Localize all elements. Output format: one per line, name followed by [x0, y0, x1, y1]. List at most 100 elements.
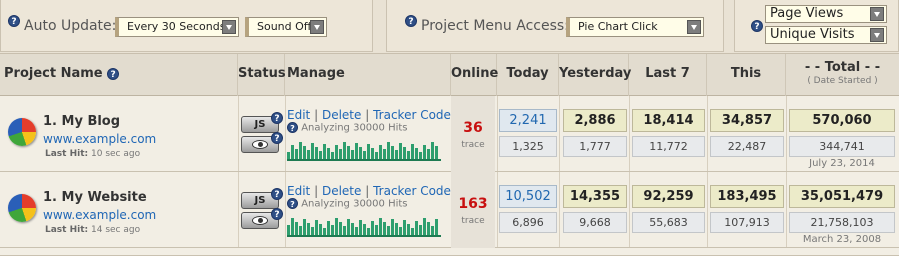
analyzing-text: Analyzing 30000 Hits [301, 122, 408, 134]
eye-icon [252, 140, 268, 149]
col-total-label: - - Total - - [804, 60, 881, 75]
divider [238, 172, 239, 247]
sparkline-bar [387, 142, 390, 161]
delete-link[interactable]: Delete [322, 184, 361, 198]
pie-chart-icon[interactable] [8, 194, 36, 222]
online-count[interactable]: 163 [451, 196, 495, 212]
col-total-sub: ( Date Started ) [807, 76, 878, 86]
divider [497, 96, 498, 171]
edit-link[interactable]: Edit [287, 108, 310, 122]
analyzing-help-icon[interactable]: ? [287, 122, 298, 133]
sparkline-bar [423, 218, 426, 237]
online-cell: 163 trace [451, 172, 495, 248]
col-month[interactable]: This Month [707, 54, 786, 121]
today-secondary: 1,325 [499, 136, 557, 157]
sparkline-baseline [287, 235, 441, 237]
last-hit-label: Last Hit: [45, 149, 89, 159]
pie-chart-icon[interactable] [8, 118, 36, 146]
sparkline-bar [367, 144, 370, 161]
month-primary: 34,857 [710, 109, 784, 132]
last7-primary: 92,259 [632, 185, 705, 208]
date-started: March 23, 2008 [802, 234, 882, 245]
col-project-name[interactable]: Project Name ? [0, 54, 238, 96]
link-separator: | [365, 108, 370, 122]
col-today[interactable]: Today [497, 54, 559, 96]
sparkline-bar [315, 147, 318, 161]
sparkline-bar [423, 145, 426, 161]
eye-help-icon[interactable]: ? [271, 132, 283, 144]
delete-link[interactable]: Delete [322, 108, 361, 122]
sparkline-bar [379, 218, 382, 237]
online-trace-label[interactable]: trace [451, 216, 495, 226]
chevron-down-icon [222, 20, 236, 34]
divider [707, 172, 708, 247]
sparkline-bar [311, 143, 314, 161]
menu-access-label: Project Menu Access: [421, 18, 569, 34]
tracker-code-link[interactable]: Tracker Code [373, 108, 451, 122]
project-name[interactable]: 1. My Blog [43, 114, 120, 129]
analyzing-text: Analyzing 30000 Hits [301, 198, 408, 210]
menu-access-select[interactable]: Pie Chart Click [566, 17, 704, 37]
today-primary[interactable]: 10,502 [499, 185, 557, 208]
tracker-code-link[interactable]: Tracker Code [373, 184, 451, 198]
col-last7[interactable]: Last 7 Days [629, 54, 707, 121]
col-yesterday[interactable]: Yesterday [559, 54, 631, 96]
metric-help-icon[interactable]: ? [751, 20, 763, 32]
sparkline-bar [351, 223, 354, 237]
last-hit: Last Hit: 14 sec ago [45, 225, 140, 235]
month-primary: 183,495 [710, 185, 784, 208]
sparkline-bar [323, 144, 326, 161]
js-help-icon[interactable]: ? [271, 188, 283, 200]
link-separator: | [365, 184, 370, 198]
table-header: Project Name ? Status Manage Online Toda… [0, 54, 899, 121]
edit-link[interactable]: Edit [287, 184, 310, 198]
metric-select-secondary[interactable]: Unique Visits [765, 26, 887, 44]
menu-access-help-icon[interactable]: ? [405, 15, 417, 27]
chevron-down-icon [310, 20, 324, 34]
col-total[interactable]: - - Total - - ( Date Started ) [786, 54, 899, 96]
control-bar: ? Auto Update: Every 30 Seconds Sound Of… [0, 0, 899, 54]
project-name[interactable]: 1. My Website [43, 190, 147, 205]
project-url-link[interactable]: www.example.com [43, 132, 156, 146]
manage-links: Edit | Delete | Tracker Code [287, 184, 451, 198]
analyzing-status: ? Analyzing 30000 Hits [287, 198, 408, 210]
sparkline-bar [359, 220, 362, 237]
project-name-help-icon[interactable]: ? [107, 67, 120, 80]
divider [559, 172, 560, 247]
table-row: 1. My Blog www.example.com Last Hit: 10 … [0, 96, 899, 172]
analyzing-status: ? Analyzing 30000 Hits [287, 122, 408, 134]
project-url-link[interactable]: www.example.com [43, 208, 156, 222]
sparkline-chart[interactable] [287, 139, 441, 161]
sound-select[interactable]: Sound Off [245, 17, 327, 37]
sparkline-bar [415, 221, 418, 237]
table-row-partial [0, 248, 899, 256]
sparkline-bar [435, 146, 438, 161]
sparkline-bar [327, 221, 330, 237]
auto-update-help-icon[interactable]: ? [8, 15, 20, 27]
col-status[interactable]: Status [238, 54, 286, 96]
divider [559, 96, 560, 171]
metric-select-primary[interactable]: Page Views [765, 5, 887, 23]
last-hit-value: 14 sec ago [91, 225, 141, 235]
col-online[interactable]: Online [451, 54, 498, 96]
analyzing-help-icon[interactable]: ? [287, 198, 298, 209]
js-help-icon[interactable]: ? [271, 112, 283, 124]
eye-help-icon[interactable]: ? [271, 208, 283, 220]
menu-access-panel: ? Project Menu Access: Pie Chart Click [386, 0, 724, 52]
auto-update-select[interactable]: Every 30 Seconds [115, 17, 239, 37]
menu-access-value: Pie Chart Click [578, 20, 658, 33]
total-secondary: 21,758,103 [789, 212, 895, 233]
sparkline-bar [347, 146, 350, 161]
link-separator: | [314, 108, 319, 122]
col-manage[interactable]: Manage [285, 54, 451, 96]
sparkline-chart[interactable] [287, 215, 441, 237]
month-secondary: 22,487 [710, 136, 784, 157]
divider [238, 96, 239, 171]
sparkline-bar [379, 145, 382, 161]
sparkline-bar [427, 222, 430, 237]
today-primary[interactable]: 2,241 [499, 109, 557, 132]
online-count[interactable]: 36 [451, 120, 495, 136]
online-trace-label[interactable]: trace [451, 140, 495, 150]
sparkline-bar [371, 221, 374, 237]
sparkline-bar [403, 147, 406, 161]
